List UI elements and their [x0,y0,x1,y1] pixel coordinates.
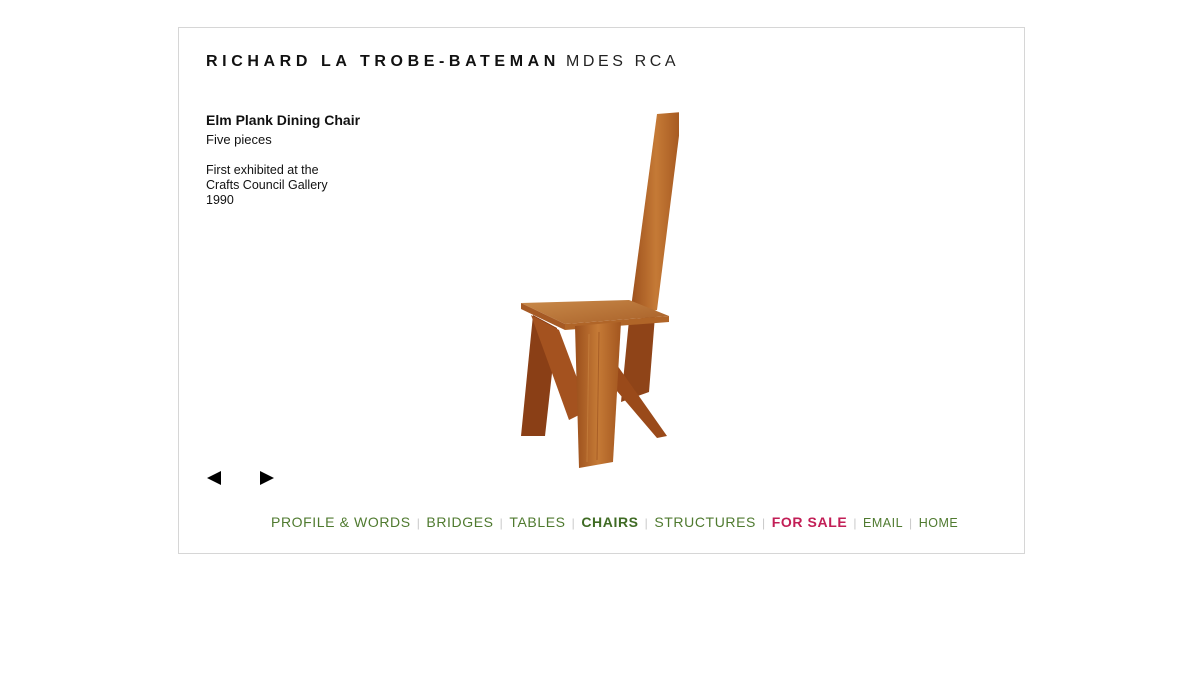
site-name: RICHARD LA TROBE-BATEMAN [206,53,560,70]
nav-separator: | [416,516,421,530]
triangle-right-icon [260,471,274,485]
nav-separator: | [571,516,576,530]
nav-structures[interactable]: STRUCTURES [654,514,756,530]
triangle-left-icon [207,471,221,485]
exhibited-line-2: Crafts Council Gallery [206,178,328,192]
previous-image-button[interactable] [205,468,223,488]
nav-chairs[interactable]: CHAIRS [581,514,638,530]
nav-home[interactable]: HOME [919,516,959,530]
piece-title: Elm Plank Dining Chair [206,112,361,128]
nav-for-sale[interactable]: FOR SALE [772,514,848,530]
nav-bridges[interactable]: BRIDGES [426,514,493,530]
nav-tables[interactable]: TABLES [509,514,565,530]
piece-subtitle: Five pieces [206,132,272,147]
nav-separator: | [499,516,504,530]
piece-info: Elm Plank Dining Chair Five pieces First… [206,112,406,208]
exhibited-year: 1990 [206,193,234,207]
content-frame: RICHARD LA TROBE-BATEMAN MDES RCA Elm Pla… [178,27,1025,554]
nav-profile-words[interactable]: PROFILE & WORDS [271,514,411,530]
chair-image [521,112,679,468]
nav-separator: | [644,516,649,530]
nav-separator: | [853,516,858,530]
site-credentials: MDES RCA [565,53,680,70]
next-image-button[interactable] [258,468,276,488]
nav-email[interactable]: EMAIL [863,516,903,530]
nav-separator: | [762,516,766,530]
piece-description: First exhibited at the Crafts Council Ga… [206,163,406,208]
main-navigation: PROFILE & WORDS | BRIDGES | TABLES | CHAIRS | ST… [271,514,958,530]
site-header: RICHARD LA TROBE-BATEMAN MDES RCA [206,53,679,71]
nav-separator: | [909,516,913,530]
exhibited-line-1: First exhibited at the [206,163,319,177]
